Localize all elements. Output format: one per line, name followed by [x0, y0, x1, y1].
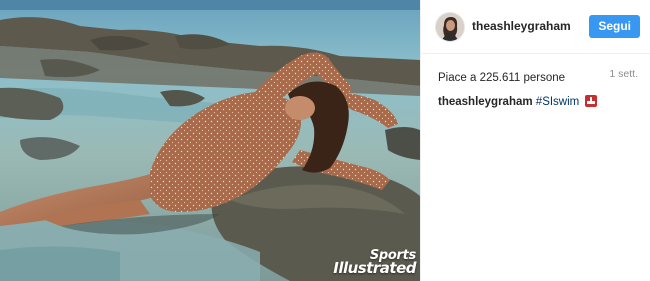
post-caption: theashleygraham #SIswim: [438, 94, 638, 110]
likes-row: Piace a 225.611 persone 1 sett.: [438, 68, 638, 84]
beach-photo-illustration: [0, 0, 420, 281]
watermark-line-2: Illustrated: [333, 259, 416, 277]
post-header: theashleygraham Segui: [421, 0, 650, 54]
instagram-post: Sports Illustrated theashleygraham Segui…: [0, 0, 650, 281]
sports-illustrated-watermark: Sports Illustrated: [304, 249, 416, 279]
caption-username[interactable]: theashleygraham: [438, 96, 536, 108]
likes-suffix: persone: [523, 72, 566, 84]
avatar-image: [436, 13, 464, 41]
likes-count[interactable]: 225.611: [480, 72, 524, 84]
post-author-username[interactable]: theashleygraham: [472, 19, 571, 33]
post-timestamp[interactable]: 1 sett.: [609, 68, 638, 80]
follow-button[interactable]: Segui: [589, 15, 640, 38]
likes-prefix: Piace a: [438, 72, 480, 84]
flag-emoji-icon: [585, 95, 598, 107]
post-side-panel: theashleygraham Segui Piace a 225.611 pe…: [420, 0, 650, 281]
caption-hashtag[interactable]: #SIswim: [536, 96, 579, 108]
post-photo[interactable]: Sports Illustrated: [0, 0, 420, 281]
avatar[interactable]: [436, 13, 464, 41]
